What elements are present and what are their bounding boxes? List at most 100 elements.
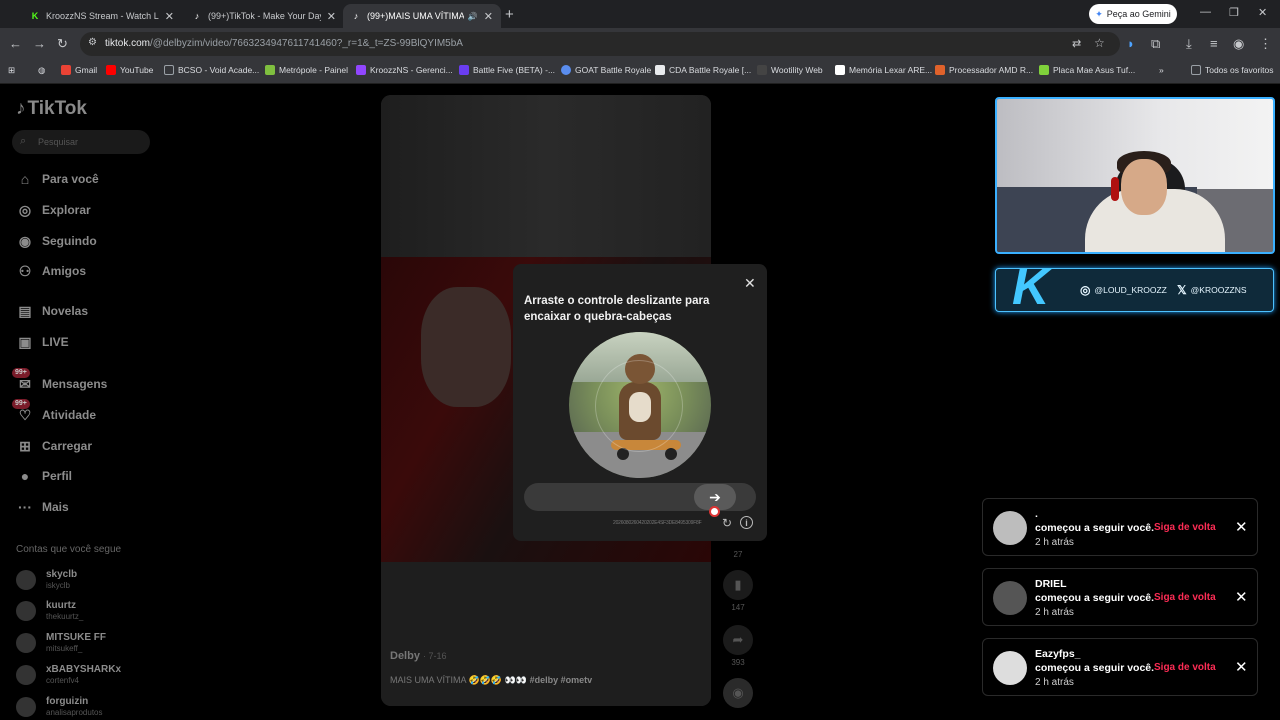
close-tab-icon[interactable]: ✕ bbox=[484, 10, 493, 23]
close-icon[interactable]: ✕ bbox=[744, 275, 756, 292]
avatar bbox=[16, 570, 36, 590]
translate-icon[interactable]: ⇄ bbox=[1072, 37, 1081, 50]
captcha-puzzle-image bbox=[569, 332, 711, 478]
menu-icon[interactable]: ⋮ bbox=[1259, 36, 1272, 52]
bookmark-battle-five[interactable]: Battle Five (BETA) -... bbox=[459, 65, 555, 75]
video-hashtags[interactable]: #delby #ometv bbox=[530, 675, 593, 685]
video-author[interactable]: Delby · 7-16 bbox=[390, 650, 447, 662]
nav-perfil[interactable]: ● Perfil bbox=[16, 466, 72, 486]
nav-atividade[interactable]: ♡ 99+ Atividade bbox=[12, 399, 96, 425]
refresh-icon[interactable]: ↻ bbox=[722, 516, 732, 530]
new-tab-button[interactable]: + bbox=[505, 6, 514, 23]
novelas-icon: ▤ bbox=[18, 302, 32, 319]
follow-back-button[interactable]: Siga de volta bbox=[1154, 522, 1216, 533]
following-account[interactable]: MITSUKE FF mitsukeff_ bbox=[16, 628, 106, 658]
twitter-handle: 𝕏 @KROOZZNS bbox=[1177, 283, 1247, 297]
nav-mais[interactable]: ··· Mais bbox=[16, 497, 69, 517]
extensions-icon[interactable]: ⧉ bbox=[1151, 36, 1160, 52]
close-window-button[interactable]: ✕ bbox=[1258, 6, 1267, 19]
nav-seguindo[interactable]: ◉ Seguindo bbox=[16, 231, 97, 251]
tiktok-icon: ♪ bbox=[16, 98, 26, 119]
extension-audio-icon[interactable]: ◗ bbox=[1127, 36, 1135, 52]
profile-icon: ● bbox=[20, 468, 30, 484]
search-icon: ⌕ bbox=[20, 135, 27, 147]
puzzle-rotating-piece bbox=[595, 360, 683, 452]
bookmark-youtube[interactable]: YouTube bbox=[106, 65, 153, 75]
x-icon: 𝕏 bbox=[1177, 283, 1187, 297]
music-disc-icon: ◉ bbox=[723, 678, 753, 708]
nav-explorar[interactable]: ◎ Explorar bbox=[16, 200, 91, 220]
close-icon[interactable]: ✕ bbox=[1235, 588, 1248, 606]
profile-avatar-icon[interactable]: ◉ bbox=[1233, 36, 1244, 52]
close-tab-icon[interactable]: ✕ bbox=[165, 10, 174, 23]
bookmark-kroozzns[interactable]: KroozzNS - Gerenci... bbox=[356, 65, 453, 75]
tiktok-logo[interactable]: ♪ TikTok bbox=[16, 98, 87, 120]
bookmark-star-icon[interactable]: ☆ bbox=[1094, 36, 1105, 50]
search-input[interactable]: ⌕ Pesquisar bbox=[12, 130, 150, 154]
avatar bbox=[993, 651, 1027, 685]
nav-mensagens[interactable]: ✉ 99+ Mensagens bbox=[12, 368, 107, 394]
avatar bbox=[993, 511, 1027, 545]
bookmark-lexar[interactable]: Memória Lexar ARE... bbox=[835, 65, 932, 75]
all-favorites-folder[interactable]: Todos os favoritos bbox=[1191, 65, 1274, 75]
url-host: tiktok.com bbox=[105, 38, 151, 49]
minimize-button[interactable]: — bbox=[1200, 6, 1211, 18]
media-control-icon[interactable]: ≡ bbox=[1210, 36, 1218, 52]
reload-icon[interactable]: ↻ bbox=[57, 36, 68, 52]
info-icon[interactable]: i bbox=[740, 516, 753, 529]
youtube-icon bbox=[106, 65, 116, 75]
goat-icon bbox=[561, 65, 571, 75]
bookmark-bcso[interactable]: BCSO - Void Acade... bbox=[164, 65, 259, 75]
close-tab-icon[interactable]: ✕ bbox=[327, 10, 336, 23]
follow-notification: . começou a seguir você. 2 h atrás Siga … bbox=[982, 498, 1258, 556]
following-account[interactable]: xBABYSHARKx cortenfv4 bbox=[16, 660, 121, 690]
bookmark-gmail[interactable]: Gmail bbox=[61, 65, 97, 75]
forward-icon[interactable]: → bbox=[33, 36, 46, 52]
address-bar[interactable]: ⚙ tiktok.com/@delbyzim/video/76632349476… bbox=[80, 32, 1120, 56]
nav-carregar[interactable]: ⊞ Carregar bbox=[16, 436, 92, 456]
share-button[interactable]: ➦ 393 bbox=[723, 625, 753, 667]
close-icon[interactable]: ✕ bbox=[1235, 658, 1248, 676]
tab-kroozzns-stream[interactable]: K KroozzNS Stream - Watch Live ✕ bbox=[22, 4, 182, 28]
bookmark-metropole[interactable]: Metrópole - Painel bbox=[265, 65, 348, 75]
video-figure bbox=[421, 287, 511, 407]
apps-icon[interactable]: ⊞ bbox=[8, 65, 15, 76]
nav-para-voce[interactable]: ⌂ Para você bbox=[16, 169, 99, 189]
product-icon bbox=[935, 65, 945, 75]
more-bookmarks-icon[interactable]: » bbox=[1159, 65, 1164, 75]
bookmark-wootility[interactable]: Wootility Web bbox=[757, 65, 823, 75]
tab-mais-uma-vitima[interactable]: ♪ (99+)MAIS UMA VÍTIMA 🔊 ✕ bbox=[343, 4, 501, 28]
following-account[interactable]: forguizin analisaprodutos bbox=[16, 692, 102, 720]
following-account[interactable]: skyclb iskyclb bbox=[16, 565, 77, 595]
ask-gemini-button[interactable]: ✦ Peça ao Gemini bbox=[1089, 4, 1177, 24]
audio-playing-icon[interactable]: 🔊 bbox=[468, 12, 478, 21]
maximize-button[interactable]: ❐ bbox=[1229, 6, 1239, 19]
music-disc[interactable]: ◉ bbox=[723, 678, 753, 708]
follow-back-button[interactable]: Siga de volta bbox=[1154, 592, 1216, 603]
folder-icon bbox=[164, 65, 174, 75]
bookmark-icon: ▮ bbox=[723, 570, 753, 600]
follow-back-button[interactable]: Siga de volta bbox=[1154, 662, 1216, 673]
close-icon[interactable]: ✕ bbox=[1235, 518, 1248, 536]
globe-icon[interactable]: ◍ bbox=[38, 65, 45, 76]
site-info-icon[interactable]: ⚙ bbox=[88, 37, 97, 48]
bookmark-cda[interactable]: CDA Battle Royale [... bbox=[655, 65, 751, 75]
following-account[interactable]: kuurtz thekuurtz_ bbox=[16, 596, 83, 626]
downloads-icon[interactable]: ⤓ bbox=[1186, 36, 1192, 52]
nav-novelas[interactable]: ▤ Novelas bbox=[16, 301, 88, 321]
bookmarks-bar: ⊞ ◍ Gmail YouTube BCSO - Void Acade... M… bbox=[0, 60, 1280, 84]
not-allowed-cursor-icon bbox=[709, 506, 720, 517]
metropole-icon bbox=[265, 65, 275, 75]
home-icon: ⌂ bbox=[20, 171, 30, 187]
back-icon[interactable]: ← bbox=[9, 36, 22, 52]
bookmark-goat[interactable]: GOAT Battle Royale bbox=[561, 65, 651, 75]
bookmark-amd[interactable]: Processador AMD R... bbox=[935, 65, 1033, 75]
captcha-id: 2026080260420202E4SF3DE8495309F8F bbox=[613, 520, 702, 526]
nav-amigos[interactable]: ⚇ Amigos bbox=[16, 261, 86, 281]
instagram-handle: ◎ @LOUD_KROOZZ bbox=[1080, 283, 1167, 297]
activity-icon: ♡ 99+ bbox=[12, 399, 34, 424]
nav-live[interactable]: ▣ LIVE bbox=[16, 332, 68, 352]
save-button[interactable]: ▮ 147 bbox=[723, 570, 753, 612]
bookmark-asus[interactable]: Placa Mae Asus Tuf... bbox=[1039, 65, 1135, 75]
tab-tiktok-home[interactable]: ♪ (99+)TikTok - Make Your Day ✕ bbox=[184, 4, 344, 28]
